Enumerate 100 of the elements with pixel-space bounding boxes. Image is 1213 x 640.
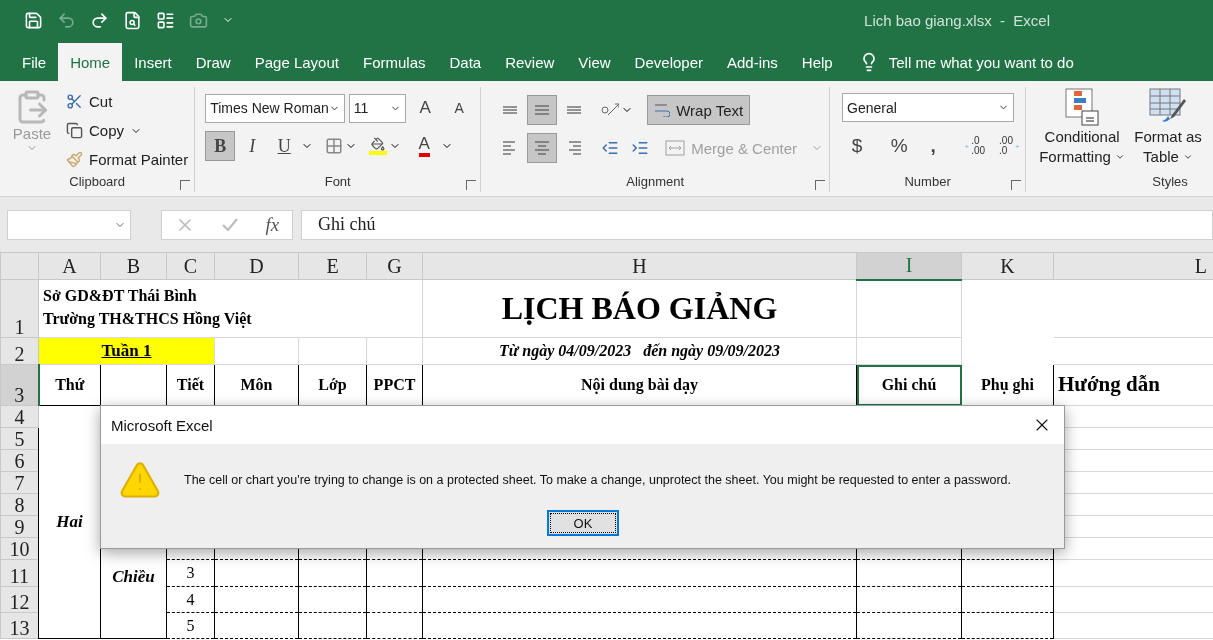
align-button[interactable]	[527, 133, 558, 163]
italic-button[interactable]: I	[237, 131, 268, 161]
ribbon-tab[interactable]: Page Layout	[242, 43, 351, 81]
column-header[interactable]: E	[298, 252, 367, 280]
conditional-formatting-button[interactable]: Conditional Formatting	[1036, 87, 1129, 174]
column-header[interactable]: G	[366, 252, 423, 280]
number-format-dropdown[interactable]: General	[842, 93, 1015, 122]
row-header[interactable]: 10	[0, 537, 39, 560]
column-header[interactable]: C	[166, 252, 215, 280]
ribbon-tab[interactable]: Data	[437, 43, 494, 81]
column-heading-cell[interactable]: Thứ	[38, 364, 101, 406]
wrap-text-icon	[654, 103, 671, 117]
ok-button[interactable]: OK	[547, 510, 619, 536]
ribbon-tab[interactable]: Add-ins	[715, 43, 790, 81]
ribbon-tab[interactable]: Formulas	[350, 43, 438, 81]
row-header[interactable]: 2	[0, 337, 39, 365]
row-header[interactable]: 11	[0, 559, 39, 587]
percent-button[interactable]: %	[884, 131, 915, 161]
decrease-decimal-button[interactable]: .00 .0	[994, 131, 1025, 161]
decimal-label: .0	[999, 146, 1009, 156]
decimal-label: .00	[971, 146, 986, 156]
grow-font-button[interactable]: A	[410, 93, 441, 123]
column-header[interactable]: D	[214, 252, 299, 280]
dialog-message: The cell or chart you're trying to change is on a protected sheet. To make a change, unprotect the sheet. You might be requested to enter a password.	[184, 473, 1011, 487]
comma-button[interactable]: ,	[918, 131, 949, 161]
column-header[interactable]: H	[422, 252, 857, 280]
borders-icon[interactable]	[325, 137, 344, 155]
row-header[interactable]: 3	[0, 364, 39, 406]
row-header[interactable]: 5	[0, 427, 39, 450]
save-icon[interactable]	[24, 10, 43, 30]
ribbon-tab[interactable]: Home	[58, 43, 123, 81]
dialog-title: Microsoft Excel	[111, 416, 213, 434]
ribbon-tab[interactable]: Review	[493, 43, 567, 81]
ribbon-tab[interactable]: Draw	[183, 43, 243, 81]
paintbrush-icon	[66, 151, 83, 168]
ribbon-tab[interactable]: File	[10, 43, 59, 81]
currency-button[interactable]: $	[842, 131, 873, 161]
column-header[interactable]: I	[856, 252, 962, 280]
group-label: Clipboard	[69, 174, 125, 191]
date-range-cell: Từ ngày 04/09/2023 đến ngày 09/09/2023	[422, 337, 857, 365]
bold-button[interactable]: B	[205, 131, 236, 161]
copy-button[interactable]: Copy	[66, 116, 189, 145]
increase-indent-icon[interactable]	[631, 139, 650, 157]
column-heading-cell[interactable]: Ghi chú	[856, 364, 962, 406]
format-as-table-button[interactable]: Format as Table	[1132, 87, 1205, 174]
dialog-launcher-icon[interactable]	[180, 180, 191, 190]
fill-color-icon[interactable]	[369, 137, 388, 155]
period-cell: 5	[166, 612, 215, 639]
decimal-label: .0	[971, 136, 981, 146]
scissors-icon	[66, 93, 83, 110]
group-label: Font	[324, 174, 351, 191]
insert-function-button[interactable]: fx	[265, 213, 280, 236]
formula-input[interactable]: Ghi chú	[301, 209, 1213, 240]
row-header[interactable]: 13	[0, 612, 39, 639]
font-name-dropdown[interactable]: Times New Roman	[205, 93, 345, 123]
period-cell: 3	[166, 559, 215, 587]
align-button[interactable]	[527, 95, 558, 125]
redo-icon[interactable]	[90, 10, 109, 30]
tell-me-search[interactable]: Tell me what you want to do	[888, 53, 1074, 71]
font-color-button[interactable]: A	[409, 131, 440, 161]
ribbon-tab[interactable]: Developer	[622, 43, 715, 81]
column-header[interactable]: B	[100, 252, 167, 280]
font-size-dropdown[interactable]: 11	[348, 93, 407, 123]
sheet-title: LỊCH BÁO GIẢNG	[422, 279, 857, 338]
row-header[interactable]: 7	[0, 471, 39, 494]
dialog-launcher-icon[interactable]	[815, 180, 826, 190]
form-icon[interactable]	[156, 10, 175, 30]
window-title: Lich bao giang.xlsx - Excel	[864, 11, 1050, 29]
column-header[interactable]: K	[961, 252, 1054, 280]
column-header[interactable]: A	[38, 252, 101, 280]
orientation-icon[interactable]	[601, 103, 620, 117]
print-preview-icon[interactable]	[123, 10, 142, 30]
caret-icon[interactable]	[1183, 152, 1194, 162]
underline-button[interactable]: U	[269, 131, 300, 161]
wrap-text-button[interactable]: Wrap Text	[647, 95, 751, 125]
copy-icon	[66, 122, 83, 139]
school-name-text: Sở GD&ĐT Thái Bình Trường TH&THCS Hồng Việt	[43, 286, 253, 330]
align-middle-icon	[533, 105, 552, 115]
ribbon-tab[interactable]: Help	[789, 43, 845, 81]
align-center-icon	[533, 141, 552, 155]
row-header[interactable]: 8	[0, 493, 39, 516]
row-header[interactable]: 1	[0, 279, 39, 338]
week-cell: Tuần 1	[38, 337, 215, 365]
cut-button[interactable]: Cut	[66, 87, 189, 116]
ribbon-tab[interactable]: Insert	[122, 43, 184, 81]
dialog-launcher-icon[interactable]	[1011, 180, 1022, 190]
shrink-font-button[interactable]: A	[444, 93, 475, 123]
row-header[interactable]: 4	[0, 405, 39, 428]
align-bottom-icon	[565, 106, 584, 114]
caret-icon[interactable]	[1115, 152, 1126, 162]
format-painter-button[interactable]: Format Painter	[66, 145, 189, 174]
dialog-launcher-icon[interactable]	[466, 180, 477, 190]
decrease-indent-icon[interactable]	[601, 139, 620, 157]
row-header[interactable]: 6	[0, 449, 39, 472]
column-header[interactable]: L	[1053, 252, 1213, 280]
ribbon-tab[interactable]: View	[566, 43, 623, 81]
row-header[interactable]: 12	[0, 586, 39, 613]
decimal-label: .00	[999, 136, 1013, 146]
row-header[interactable]: 9	[0, 515, 39, 538]
increase-decimal-button[interactable]: .0 .00	[960, 131, 991, 161]
